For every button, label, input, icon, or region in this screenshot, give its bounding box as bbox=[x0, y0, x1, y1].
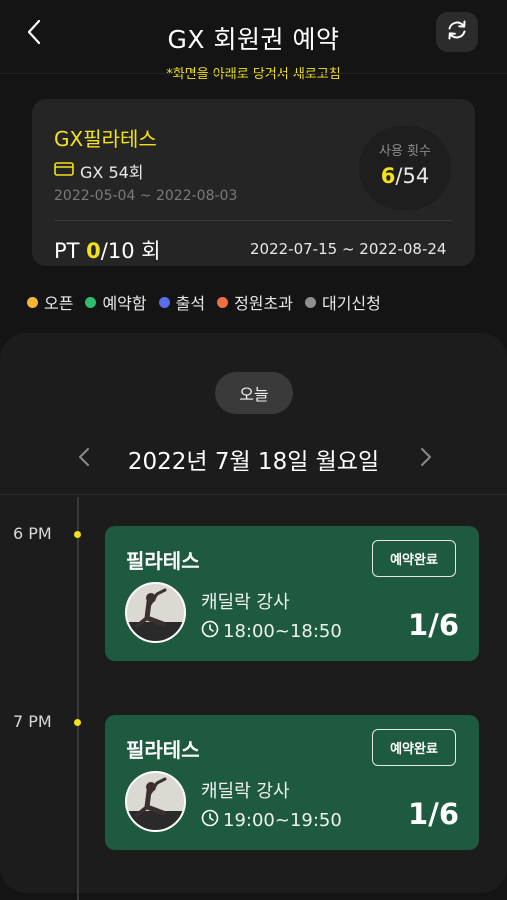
header: GX 회원권 예약 *화면을 아래로 당겨서 새로고침 bbox=[0, 0, 507, 82]
card-divider bbox=[54, 220, 452, 221]
legend-label: 정원초과 bbox=[234, 294, 293, 313]
sheet-divider bbox=[0, 494, 507, 495]
avatar bbox=[125, 771, 186, 832]
header-divider bbox=[0, 73, 507, 74]
usage-value: 6/54 bbox=[359, 164, 451, 188]
status-badge: 예약완료 bbox=[372, 540, 456, 577]
lesson-card[interactable]: 필라테스 예약완료 캐딜락 강사 18:00~18:50 1/6 bbox=[105, 526, 479, 661]
refresh-button[interactable] bbox=[436, 12, 478, 52]
legend-label: 대기신청 bbox=[321, 294, 381, 313]
teacher-name: 캐딜락 강사 bbox=[201, 592, 290, 613]
time-label: 6 PM bbox=[13, 524, 52, 543]
lesson-time-text: 18:00~18:50 bbox=[223, 621, 342, 642]
card-icon bbox=[54, 161, 80, 181]
status-legend: 오픈 예약함 출석 정원초과 대기신청 bbox=[27, 290, 393, 314]
lesson-name: 필라테스 bbox=[126, 738, 200, 762]
clock-icon bbox=[201, 620, 223, 643]
lesson-time-text: 19:00~19:50 bbox=[223, 810, 342, 831]
timeline-line bbox=[77, 497, 79, 900]
refresh-icon bbox=[445, 18, 469, 46]
clock-icon bbox=[201, 809, 223, 832]
legend-dot bbox=[85, 296, 97, 308]
usage-total: /54 bbox=[395, 164, 430, 188]
pt-count: PT 0/10 회 bbox=[54, 235, 161, 265]
legend-label: 출석 bbox=[175, 294, 206, 313]
legend-dot bbox=[304, 296, 316, 308]
legend-item-open: 오픈 bbox=[27, 290, 73, 314]
lesson-name: 필라테스 bbox=[126, 549, 200, 573]
capacity-count: 1/6 bbox=[408, 608, 459, 642]
today-button[interactable]: 오늘 bbox=[215, 372, 293, 414]
pt-period: 2022-07-15 ~ 2022-08-24 bbox=[250, 240, 447, 258]
time-marker bbox=[74, 531, 81, 538]
membership-period: 2022-05-04 ~ 2022-08-03 bbox=[54, 188, 238, 204]
usage-count: 사용 횟수 6/54 bbox=[359, 126, 451, 210]
legend-label: 오픈 bbox=[44, 294, 74, 313]
pt-prefix: PT bbox=[54, 239, 87, 263]
lesson-time: 18:00~18:50 bbox=[201, 620, 342, 643]
page-title: GX 회원권 예약 bbox=[167, 25, 340, 54]
legend-item-full: 정원초과 bbox=[217, 290, 293, 314]
pass-label: GX 54회 bbox=[80, 163, 144, 182]
chevron-right-icon[interactable] bbox=[414, 443, 436, 471]
capacity-count: 1/6 bbox=[408, 797, 459, 831]
membership-card[interactable]: GX필라테스 GX 54회 2022-05-04 ~ 2022-08-03 사용… bbox=[32, 99, 475, 266]
pt-used: 0 bbox=[86, 239, 101, 263]
lesson-card[interactable]: 필라테스 예약완료 캐딜락 강사 19:00~19:50 1/6 bbox=[105, 715, 479, 850]
pass-info: GX 54회 bbox=[54, 159, 144, 183]
teacher-name: 캐딜락 강사 bbox=[201, 781, 290, 802]
legend-dot bbox=[217, 296, 229, 308]
program-name: GX필라테스 bbox=[54, 127, 157, 151]
usage-label: 사용 횟수 bbox=[379, 144, 431, 159]
legend-item-waitlist: 대기신청 bbox=[304, 290, 381, 314]
legend-item-reserved: 예약함 bbox=[85, 290, 147, 314]
lesson-time: 19:00~19:50 bbox=[201, 809, 342, 832]
time-marker bbox=[74, 719, 81, 726]
usage-used: 6 bbox=[380, 164, 396, 188]
pt-suffix: /10 회 bbox=[100, 239, 161, 263]
status-badge: 예약완료 bbox=[372, 729, 456, 766]
legend-label: 예약함 bbox=[102, 294, 147, 313]
avatar bbox=[125, 582, 186, 643]
time-label: 7 PM bbox=[13, 712, 52, 731]
legend-dot bbox=[158, 296, 170, 308]
legend-dot bbox=[27, 296, 38, 308]
legend-item-attended: 출석 bbox=[158, 290, 206, 314]
